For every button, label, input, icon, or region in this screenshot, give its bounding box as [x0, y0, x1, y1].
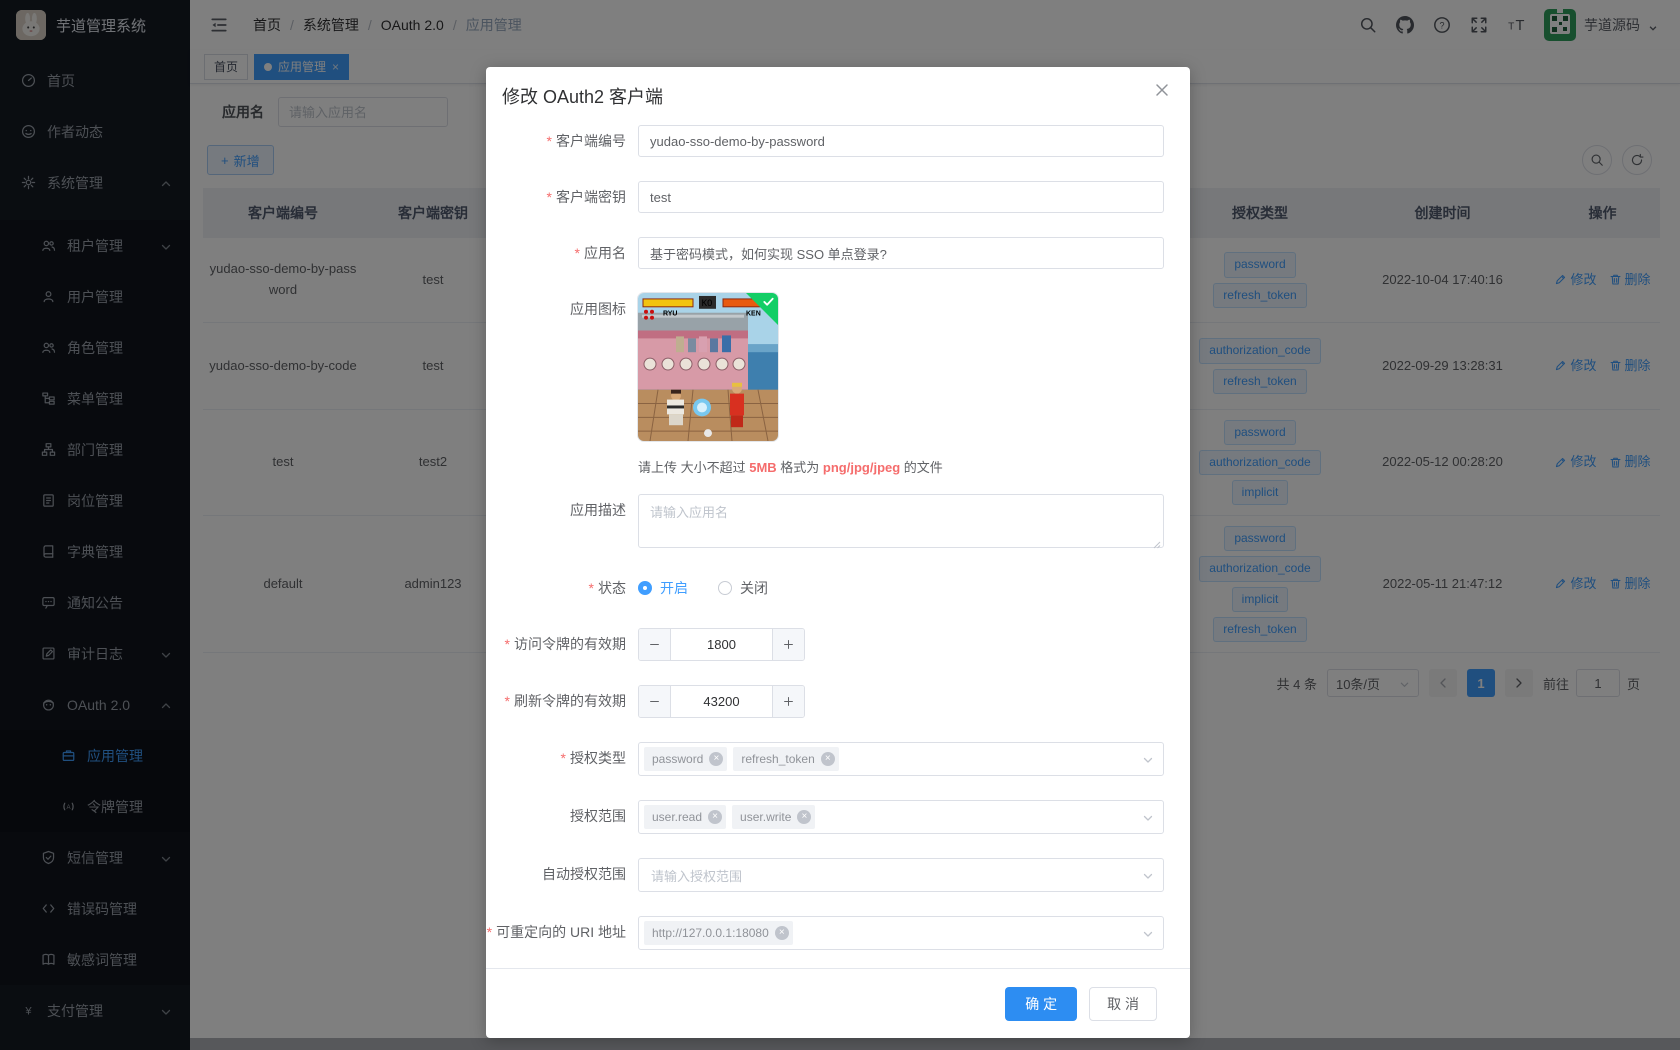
decrease-button[interactable]	[639, 629, 671, 660]
app-desc-textarea[interactable]: 请输入应用名	[638, 494, 1164, 548]
field-client-secret: 客户端密钥 test	[486, 181, 1164, 213]
field-app-name: 应用名 基于密码模式，如何实现 SSO 单点登录?	[486, 237, 1164, 269]
app-name-input[interactable]: 基于密码模式，如何实现 SSO 单点登录?	[638, 237, 1164, 269]
dialog-title: 修改 OAuth2 客户端	[502, 87, 663, 107]
selected-tag: refresh_token×	[733, 747, 838, 771]
field-redirect-uris: 可重定向的 URI 地址 http://127.0.0.1:18080×	[486, 916, 1164, 950]
refresh-ttl-stepper: 43200	[638, 685, 805, 718]
client-secret-input[interactable]: test	[638, 181, 1164, 213]
client-id-input[interactable]: yudao-sso-demo-by-password	[638, 125, 1164, 157]
chevron-down-icon	[1142, 927, 1154, 939]
chevron-down-icon	[1142, 869, 1154, 881]
confirm-button[interactable]: 确 定	[1005, 987, 1077, 1021]
scopes-select[interactable]: user.read×user.write×	[638, 800, 1164, 834]
svg-text:RYU: RYU	[663, 311, 677, 318]
field-status: 状态 开启 关闭	[486, 572, 1164, 604]
dialog-header: 修改 OAuth2 客户端	[486, 67, 1190, 109]
field-scopes: 授权范围 user.read×user.write×	[486, 800, 1164, 834]
check-icon	[762, 295, 775, 308]
dialog-footer: 确 定 取 消	[486, 968, 1190, 1038]
selected-tag: http://127.0.0.1:18080×	[644, 921, 793, 945]
remove-tag-icon[interactable]: ×	[821, 752, 835, 766]
edit-oauth2-client-dialog: 修改 OAuth2 客户端 客户端编号 yudao-sso-demo-by-pa…	[486, 67, 1190, 1038]
auto-approve-select[interactable]: 请输入授权范围	[638, 858, 1164, 892]
remove-tag-icon[interactable]: ×	[775, 926, 789, 940]
access-ttl-value[interactable]: 1800	[671, 629, 772, 660]
field-access-token-ttl: 访问令牌的有效期 1800	[486, 628, 1164, 661]
remove-tag-icon[interactable]: ×	[708, 810, 722, 824]
grant-types-select[interactable]: password×refresh_token×	[638, 742, 1164, 776]
decrease-button[interactable]	[639, 686, 671, 717]
chevron-down-icon	[1142, 811, 1154, 823]
field-app-desc: 应用描述 请输入应用名	[486, 494, 1164, 548]
refresh-ttl-value[interactable]: 43200	[671, 686, 772, 717]
redirect-uris-select[interactable]: http://127.0.0.1:18080×	[638, 916, 1164, 950]
resize-handle-icon[interactable]	[1153, 537, 1161, 545]
selected-tag: user.read×	[644, 805, 726, 829]
cancel-button[interactable]: 取 消	[1089, 987, 1157, 1021]
selected-tag: password×	[644, 747, 727, 771]
field-refresh-token-ttl: 刷新令牌的有效期 43200	[486, 685, 1164, 718]
field-app-icon: 应用图标	[486, 293, 1164, 476]
svg-text:KO: KO	[702, 299, 713, 309]
field-client-id: 客户端编号 yudao-sso-demo-by-password	[486, 125, 1164, 157]
radio-dot	[638, 581, 652, 595]
dialog-body: 客户端编号 yudao-sso-demo-by-password 客户端密钥 t…	[486, 109, 1190, 950]
radio-dot	[718, 581, 732, 595]
access-ttl-stepper: 1800	[638, 628, 805, 661]
close-icon[interactable]	[1154, 82, 1170, 98]
upload-hint: 请上传 大小不超过 5MB 格式为 png/jpg/jpeg 的文件	[638, 457, 1164, 476]
app-icon-upload[interactable]: KO RYU KEN	[638, 293, 778, 441]
selected-tag: user.write×	[732, 805, 815, 829]
chevron-down-icon	[1142, 753, 1154, 765]
status-radio-on[interactable]: 开启	[638, 578, 688, 598]
field-grant-types: 授权类型 password×refresh_token×	[486, 742, 1164, 776]
field-auto-approve: 自动授权范围 请输入授权范围	[486, 858, 1164, 892]
status-radio-off[interactable]: 关闭	[718, 578, 768, 598]
increase-button[interactable]	[772, 686, 804, 717]
remove-tag-icon[interactable]: ×	[709, 752, 723, 766]
remove-tag-icon[interactable]: ×	[797, 810, 811, 824]
increase-button[interactable]	[772, 629, 804, 660]
